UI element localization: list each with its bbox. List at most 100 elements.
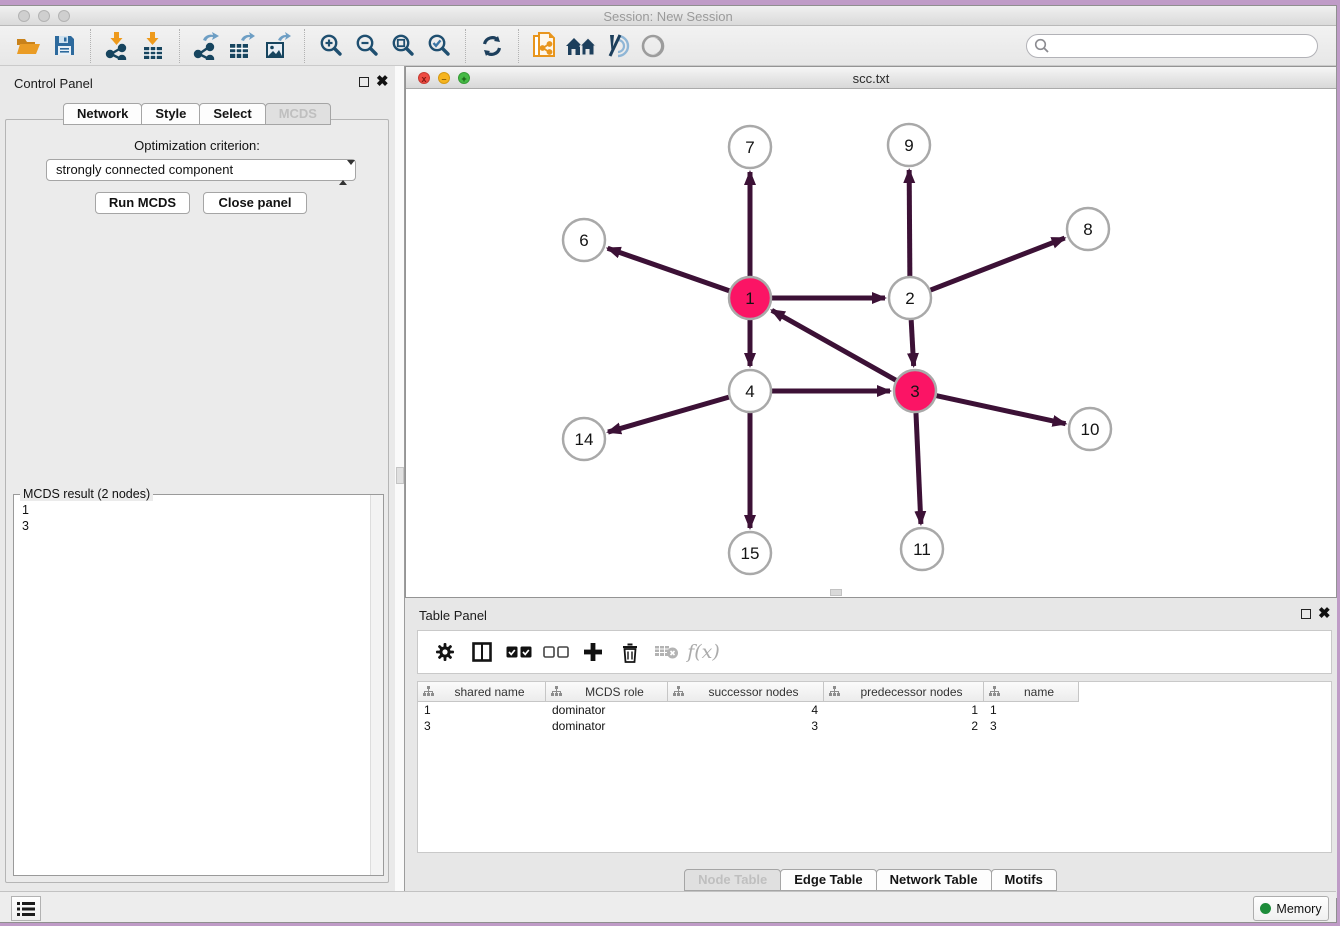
edge-3-11[interactable]	[916, 413, 921, 524]
select-all-icon	[506, 646, 532, 658]
zoom-out-button[interactable]	[349, 29, 385, 63]
hide-panels-button[interactable]	[599, 29, 635, 63]
deselect-all-button[interactable]	[537, 634, 574, 670]
tab-node-table[interactable]: Node Table	[684, 869, 781, 891]
network-window-titlebar[interactable]: x – + scc.txt	[406, 67, 1336, 89]
table-settings-button[interactable]	[426, 634, 463, 670]
zoom-selected-button[interactable]	[421, 29, 457, 63]
zoom-in-button[interactable]	[313, 29, 349, 63]
save-session-icon	[54, 35, 75, 56]
tab-network-table[interactable]: Network Table	[876, 869, 992, 891]
control-panel-tabs: NetworkStyleSelectMCDS	[0, 103, 395, 125]
search-input[interactable]	[1026, 34, 1318, 58]
open-session-button[interactable]	[10, 29, 46, 63]
close-table-panel-icon[interactable]: ✖	[1318, 604, 1331, 622]
save-session-button[interactable]	[46, 29, 82, 63]
list-icon	[17, 902, 35, 916]
home-button[interactable]	[563, 29, 599, 63]
sort-icon	[423, 686, 434, 697]
cell-name[interactable]: 3	[984, 718, 1079, 734]
task-history-button[interactable]	[11, 896, 41, 921]
close-panel-icon[interactable]: ✖	[376, 72, 389, 90]
export-network-icon	[193, 32, 219, 60]
cell-predecessor-nodes[interactable]: 1	[824, 702, 984, 718]
node-label-11: 11	[913, 540, 931, 559]
show-panels-button[interactable]	[635, 29, 671, 63]
tab-motifs[interactable]: Motifs	[991, 869, 1057, 891]
zoom-in-icon	[319, 33, 344, 58]
run-mcds-button[interactable]: Run MCDS	[95, 192, 190, 214]
column-header-predecessor-nodes[interactable]: predecessor nodes	[824, 682, 984, 702]
table-row[interactable]: 1dominator411	[418, 702, 1331, 718]
export-image-button[interactable]	[260, 29, 296, 63]
column-header-MCDS-role[interactable]: MCDS role	[546, 682, 668, 702]
edge-4-14[interactable]	[608, 397, 729, 432]
add-column-button[interactable]	[574, 634, 611, 670]
network-canvas[interactable]: 1234678910111415	[406, 89, 1336, 593]
export-image-icon	[265, 32, 291, 60]
optimization-criterion-label: Optimization criterion:	[6, 138, 388, 153]
node-table[interactable]: shared nameMCDS rolesuccessor nodesprede…	[417, 681, 1332, 853]
tab-mcds[interactable]: MCDS	[265, 103, 331, 125]
network-window: x – + scc.txt 1234678910111415	[405, 66, 1337, 598]
delete-column-button[interactable]	[611, 634, 648, 670]
tab-edge-table[interactable]: Edge Table	[780, 869, 876, 891]
show-columns-button[interactable]	[463, 634, 500, 670]
zoom-selected-icon	[427, 33, 452, 58]
float-table-panel-icon[interactable]	[1301, 609, 1311, 619]
import-table-button[interactable]	[135, 29, 171, 63]
edge-1-6[interactable]	[608, 248, 730, 290]
tab-style[interactable]: Style	[141, 103, 200, 125]
toolbar-separator	[465, 29, 466, 63]
network-graph[interactable]: 1234678910111415	[406, 89, 1336, 593]
export-table-icon	[229, 32, 255, 60]
tab-select[interactable]: Select	[199, 103, 265, 125]
memory-status-dot	[1260, 903, 1271, 914]
cell-shared-name[interactable]: 1	[418, 702, 546, 718]
column-header-name[interactable]: name	[984, 682, 1079, 702]
cell-successor-nodes[interactable]: 3	[668, 718, 824, 734]
node-label-15: 15	[741, 544, 760, 563]
float-panel-icon[interactable]	[359, 77, 369, 87]
cell-MCDS-role[interactable]: dominator	[546, 718, 668, 734]
toolbar-separator	[518, 29, 519, 63]
edge-2-9[interactable]	[909, 170, 910, 276]
node-label-4: 4	[745, 382, 754, 401]
node-label-6: 6	[579, 231, 588, 250]
zoom-fit-button[interactable]	[385, 29, 421, 63]
function-builder-button-disabled: f(x)	[685, 634, 722, 670]
column-header-shared-name[interactable]: shared name	[418, 682, 546, 702]
result-scrollbar[interactable]	[370, 495, 383, 875]
cell-MCDS-role[interactable]: dominator	[546, 702, 668, 718]
table-toolbar: f(x)	[417, 630, 1332, 674]
column-header-successor-nodes[interactable]: successor nodes	[668, 682, 824, 702]
edge-2-3[interactable]	[911, 320, 913, 366]
refresh-button[interactable]	[474, 29, 510, 63]
app-titlebar: Session: New Session	[0, 6, 1336, 26]
edge-3-10[interactable]	[936, 396, 1065, 424]
sort-icon	[673, 686, 684, 697]
table-row[interactable]: 3dominator323	[418, 718, 1331, 734]
optimization-criterion-select[interactable]: strongly connected component	[46, 159, 356, 181]
export-network-button[interactable]	[188, 29, 224, 63]
delete-table-icon	[655, 644, 679, 660]
cell-successor-nodes[interactable]: 4	[668, 702, 824, 718]
import-network-button[interactable]	[99, 29, 135, 63]
splitter-handle[interactable]	[396, 467, 404, 484]
tab-network[interactable]: Network	[63, 103, 142, 125]
cell-shared-name[interactable]: 3	[418, 718, 546, 734]
column-label: name	[1000, 685, 1078, 699]
export-table-button[interactable]	[224, 29, 260, 63]
cell-name[interactable]: 1	[984, 702, 1079, 718]
memory-button[interactable]: Memory	[1253, 896, 1329, 921]
network-splitter-handle[interactable]	[830, 589, 842, 596]
select-all-button[interactable]	[500, 634, 537, 670]
clone-network-button[interactable]	[527, 29, 563, 63]
columns-icon	[472, 642, 492, 662]
import-table-icon	[142, 32, 164, 60]
edge-2-8[interactable]	[931, 238, 1065, 290]
panel-splitter[interactable]	[395, 66, 405, 898]
close-panel-button[interactable]: Close panel	[203, 192, 307, 214]
edge-3-1[interactable]	[772, 310, 896, 380]
cell-predecessor-nodes[interactable]: 2	[824, 718, 984, 734]
